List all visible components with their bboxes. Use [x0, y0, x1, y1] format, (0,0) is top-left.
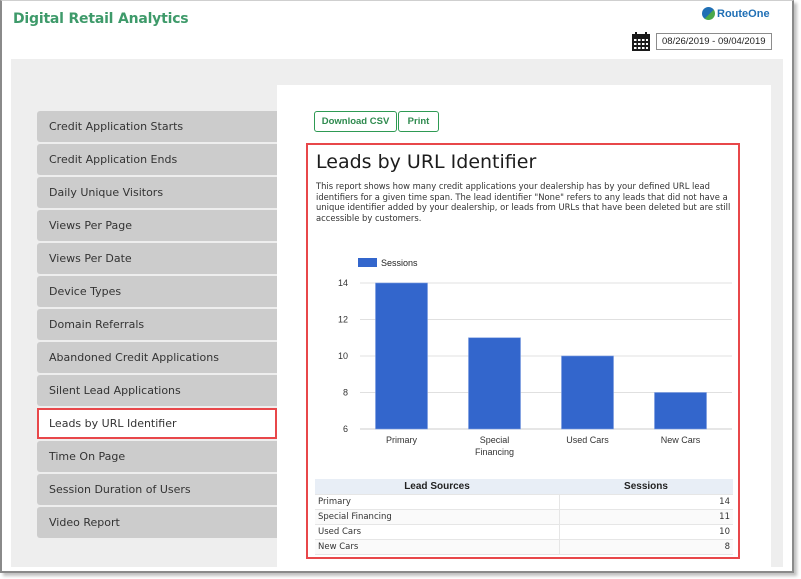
- sidebar-item-domain-referrals[interactable]: Domain Referrals: [37, 309, 277, 340]
- routeone-logo[interactable]: RouteOne: [702, 7, 770, 20]
- sessions-cell: 14: [558, 493, 733, 509]
- bar-new-cars: [654, 392, 707, 430]
- sidebar-item-daily-unique-visitors[interactable]: Daily Unique Visitors: [37, 177, 277, 208]
- table-row: Special Financing 11: [315, 508, 733, 524]
- column-header-sessions: Sessions: [559, 479, 733, 494]
- sidebar-item-leads-by-url-identifier[interactable]: Leads by URL Identifier: [37, 408, 277, 439]
- report-title: Leads by URL Identifier: [316, 151, 537, 173]
- sidebar-item-credit-application-ends[interactable]: Credit Application Ends: [37, 144, 277, 175]
- sessions-cell: 8: [558, 538, 733, 555]
- sidebar-item-abandoned-credit-applications[interactable]: Abandoned Credit Applications: [37, 342, 277, 373]
- app-title: Digital Retail Analytics: [13, 11, 189, 27]
- lead-sources-table: Lead Sources Sessions Primary 14 Special F…: [315, 479, 733, 555]
- lead-source-cell: New Cars: [315, 538, 559, 555]
- table-row: New Cars 8: [315, 538, 733, 555]
- sidebar-item-credit-application-starts[interactable]: Credit Application Starts: [37, 111, 277, 142]
- logo-text: RouteOne: [717, 7, 770, 20]
- print-button[interactable]: Print: [398, 111, 439, 132]
- x-tick-label: Used Cars: [566, 435, 609, 445]
- legend-label: Sessions: [381, 258, 418, 268]
- column-header-lead-sources: Lead Sources: [315, 479, 559, 494]
- sidebar-item-video-report[interactable]: Video Report: [37, 507, 277, 538]
- x-tick-label: Financing: [475, 447, 514, 457]
- lead-source-cell: Used Cars: [315, 523, 559, 539]
- y-tick-label: 10: [338, 351, 348, 361]
- download-csv-button[interactable]: Download CSV: [314, 111, 397, 132]
- lead-source-cell: Special Financing: [315, 508, 559, 524]
- report-sidebar: Credit Application Starts Credit Applicat…: [37, 111, 277, 540]
- sessions-bar-chart: Sessions 6 8 10 12 14 Primary Special Financing U…: [338, 258, 732, 457]
- sidebar-item-silent-lead-applications[interactable]: Silent Lead Applications: [37, 375, 277, 406]
- sidebar-item-views-per-page[interactable]: Views Per Page: [37, 210, 277, 241]
- report-card: Leads by URL Identifier This report show…: [306, 143, 740, 559]
- sidebar-item-views-per-date[interactable]: Views Per Date: [37, 243, 277, 274]
- x-tick-label: New Cars: [661, 435, 701, 445]
- sessions-cell: 10: [558, 523, 733, 539]
- sidebar-item-session-duration-of-users[interactable]: Session Duration of Users: [37, 474, 277, 505]
- sidebar-item-device-types[interactable]: Device Types: [37, 276, 277, 307]
- lead-source-cell: Primary: [315, 493, 559, 509]
- x-tick-label: Primary: [386, 435, 417, 445]
- table-row: Primary 14: [315, 493, 733, 509]
- calendar-icon[interactable]: [632, 32, 650, 51]
- report-description: This report shows how many credit applic…: [316, 181, 731, 223]
- y-tick-label: 8: [343, 388, 348, 398]
- table-row: Used Cars 10: [315, 523, 733, 539]
- table-header-row: Lead Sources Sessions: [315, 479, 733, 494]
- logo-mark-icon: [702, 7, 715, 20]
- legend-swatch: [358, 258, 377, 267]
- x-tick-label: Special: [480, 435, 510, 445]
- y-tick-label: 6: [343, 424, 348, 434]
- y-tick-label: 12: [338, 315, 348, 325]
- bar-used-cars: [561, 355, 614, 430]
- sessions-cell: 11: [558, 508, 733, 524]
- y-tick-label: 14: [338, 278, 348, 288]
- date-range-input[interactable]: 08/26/2019 - 09/04/2019: [656, 33, 772, 50]
- bar-primary: [375, 282, 428, 430]
- sidebar-item-time-on-page[interactable]: Time On Page: [37, 441, 277, 472]
- bar-special-financing: [468, 337, 521, 430]
